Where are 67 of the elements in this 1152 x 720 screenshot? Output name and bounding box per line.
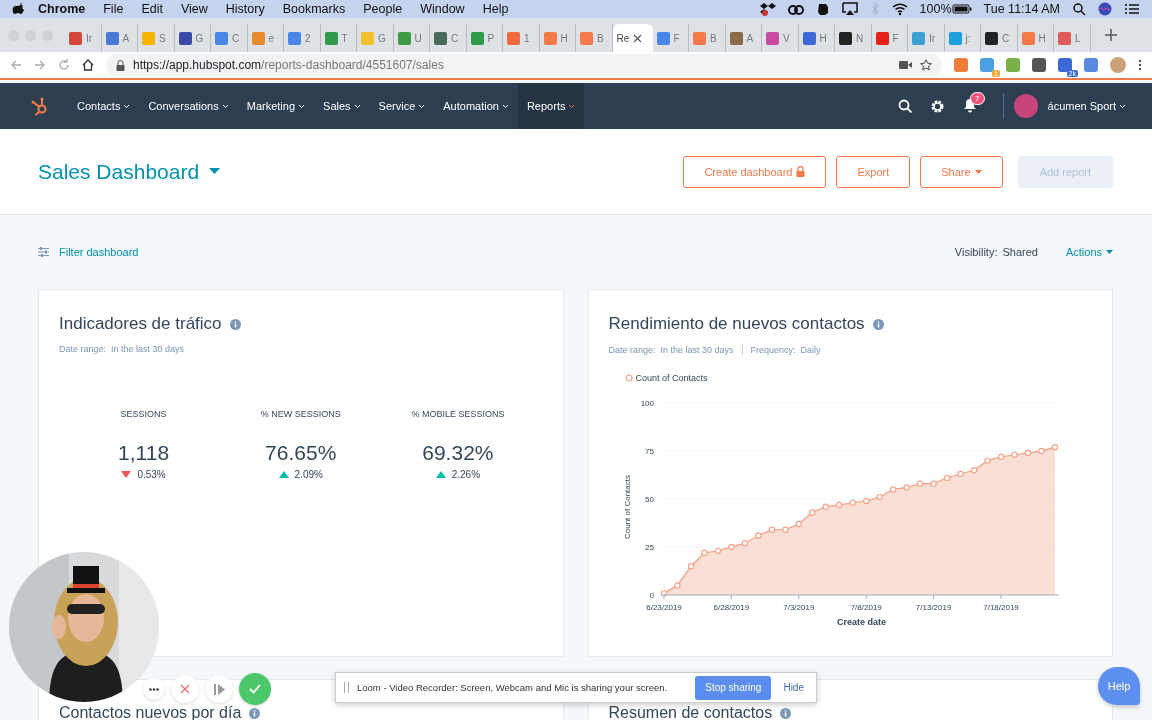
visibility-label: Visibility: (954, 246, 998, 258)
legend-label: Count of Contacts (635, 373, 708, 383)
axis-tick-label: 7/13/2019 (915, 603, 951, 612)
tab-label: 2 (305, 32, 311, 44)
axis-tick-label: 75 (644, 447, 654, 456)
battery-percent: 100% (919, 2, 952, 16)
tab-label: T (341, 32, 348, 44)
date-range-value: In the last 30 days (111, 344, 185, 354)
notification-text: Loom - Video Recorder: Screen, Webcam and Mic is sharing your screen. (357, 682, 669, 693)
tab-label: j: (965, 32, 971, 44)
url-text: https://app.hubspot.com/reports-dashboard/4551607/sales (133, 58, 444, 72)
axis-title: Count of Contacts (622, 475, 632, 539)
tab-label: U (414, 32, 422, 44)
metric-change: 2.26% (451, 469, 481, 480)
metric-value: 69.32% (422, 441, 494, 465)
tab-label: N (856, 32, 864, 44)
metric-change: 2.09% (294, 469, 323, 480)
tab-label: B (710, 32, 717, 44)
tab-label: P (487, 32, 495, 44)
metric-value: 1,118 (118, 441, 170, 465)
frequency-value: Daily (800, 344, 821, 355)
tab-label: H (560, 32, 568, 44)
tab-label: Re (616, 32, 630, 44)
tab-label: S (159, 32, 166, 44)
tab-label: C (451, 32, 459, 44)
tab-label: Ir (86, 32, 93, 44)
metric-label: SESSIONS (120, 409, 167, 419)
metric-value: 76.65% (265, 441, 337, 465)
tab-label: H (1038, 32, 1046, 44)
tab-label: V (783, 32, 790, 44)
tab-label: F (892, 32, 899, 44)
axis-tick-label: 6/23/2019 (645, 603, 682, 612)
tab-label: B (597, 32, 604, 44)
metric-change: 0.53% (137, 469, 166, 480)
metric-label: % NEW SESSIONS (260, 409, 341, 419)
axis-tick-label: 0 (649, 591, 654, 600)
clock: Tue 11:14 AM (983, 2, 1060, 16)
tab-label: L (1075, 32, 1081, 44)
axis-tick-label: 7/18/2019 (982, 603, 1019, 612)
tab-label: G (378, 32, 386, 44)
tab-label: F (673, 32, 680, 44)
tab-label: 1 (524, 32, 530, 44)
date-range-value: In the last 30 days (660, 344, 734, 355)
card-title: Rendimiento de nuevos contactos (608, 314, 865, 334)
date-range-label: Date range: (59, 344, 107, 354)
tab-label: C (1002, 32, 1010, 44)
metric-label: % MOBILE SESSIONS (411, 409, 505, 419)
tab-label: Ir (929, 32, 936, 44)
tab-label: e (268, 32, 275, 44)
frequency-label: Frequency: (750, 344, 796, 355)
tab-label: C (232, 32, 240, 44)
visibility-value: Shared (1002, 246, 1038, 258)
card-title: Resumen de contactos (608, 705, 773, 720)
date-range-label: Date range: (608, 344, 656, 355)
tab-label: A (122, 32, 130, 44)
card-title: Indicadores de tráfico (59, 314, 222, 334)
tab-label: A (746, 32, 754, 44)
notification-badge: 7 (970, 91, 985, 105)
axis-tick-label: 25 (644, 543, 654, 552)
axis-tick-label: 6/28/2019 (713, 603, 749, 612)
tab-label: G (195, 32, 204, 44)
axis-tick-label: 100 (640, 399, 654, 408)
axis-title: Create date (836, 617, 886, 627)
axis-tick-label: 7/8/2019 (850, 603, 882, 612)
axis-tick-label: 7/3/2019 (782, 603, 814, 612)
axis-tick-label: 50 (644, 495, 654, 504)
tab-label: H (819, 32, 827, 44)
